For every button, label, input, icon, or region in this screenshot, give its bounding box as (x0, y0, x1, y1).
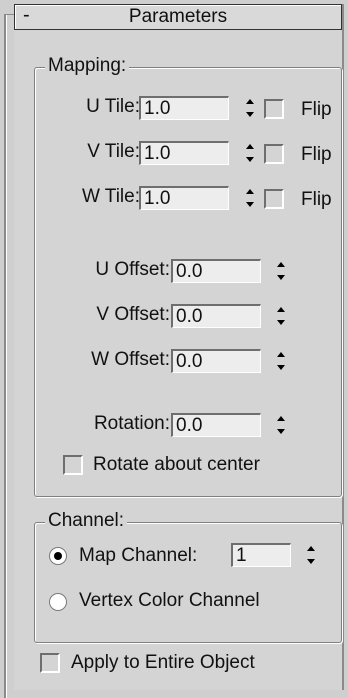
rotation-spinner[interactable] (273, 412, 289, 440)
apply-to-entire-object-checkbox[interactable] (40, 653, 60, 673)
parameters-rollout: - Parameters Mapping: U Tile: 1.0 Flip V… (14, 4, 344, 690)
rollout-header[interactable]: - Parameters (14, 4, 342, 30)
w-flip-checkbox[interactable] (264, 189, 284, 209)
v-offset-input[interactable]: 0.0 (171, 304, 261, 328)
v-flip-checkbox[interactable] (264, 144, 284, 164)
rollout-title: Parameters (128, 6, 228, 27)
rotate-about-center-label: Rotate about center (93, 454, 260, 475)
channel-group: Channel: Map Channel: 1 Vertex Color Cha… (34, 510, 342, 643)
v-offset-spinner[interactable] (273, 303, 289, 331)
map-channel-spinner-down-icon[interactable] (303, 556, 319, 569)
u-tile-spinner-down-icon[interactable] (242, 109, 258, 122)
w-offset-spinner-up-icon[interactable] (273, 348, 289, 361)
rotate-about-center-checkbox[interactable] (63, 455, 83, 475)
u-flip-checkbox[interactable] (264, 99, 284, 119)
u-tile-input[interactable]: 1.0 (139, 96, 229, 120)
w-offset-spinner-down-icon[interactable] (273, 362, 289, 375)
u-tile-spinner[interactable] (242, 95, 258, 123)
map-channel-spinner-up-icon[interactable] (303, 542, 319, 555)
u-offset-spinner-down-icon[interactable] (273, 272, 289, 285)
w-tile-spinner-down-icon[interactable] (242, 199, 258, 212)
panel-edge-tick (4, 14, 14, 15)
w-offset-label: W Offset: (91, 349, 170, 370)
v-tile-spinner-up-icon[interactable] (242, 140, 258, 153)
rotation-label: Rotation: (93, 413, 170, 434)
vertex-color-channel-label: Vertex Color Channel (79, 590, 260, 611)
w-tile-input[interactable]: 1.0 (139, 186, 229, 210)
mapping-group-label: Mapping: (45, 55, 130, 77)
w-offset-input[interactable]: 0.0 (171, 349, 261, 373)
w-tile-spinner-up-icon[interactable] (242, 185, 258, 198)
u-offset-input[interactable]: 0.0 (171, 259, 261, 283)
rotation-spinner-up-icon[interactable] (273, 412, 289, 425)
apply-to-entire-object-label: Apply to Entire Object (71, 652, 255, 673)
v-tile-label: V Tile: (87, 141, 140, 162)
u-offset-label: U Offset: (95, 259, 170, 280)
map-channel-input[interactable]: 1 (231, 543, 291, 567)
w-tile-spinner[interactable] (242, 185, 258, 213)
map-channel-radio[interactable] (49, 547, 67, 565)
w-offset-spinner[interactable] (273, 348, 289, 376)
v-tile-spinner[interactable] (242, 140, 258, 168)
w-tile-label: W Tile: (81, 186, 140, 207)
w-flip-label: Flip (301, 189, 332, 210)
v-flip-label: Flip (301, 144, 332, 165)
v-tile-input[interactable]: 1.0 (139, 141, 229, 165)
mapping-group: Mapping: U Tile: 1.0 Flip V Tile: 1.0 Fl… (34, 55, 342, 497)
v-offset-label: V Offset: (96, 304, 170, 325)
u-tile-label: U Tile: (86, 96, 140, 117)
u-offset-spinner-up-icon[interactable] (273, 258, 289, 271)
u-offset-spinner[interactable] (273, 258, 289, 286)
u-flip-label: Flip (301, 99, 332, 120)
vertex-color-channel-radio[interactable] (49, 593, 67, 611)
map-channel-label: Map Channel: (79, 545, 198, 566)
rotation-spinner-down-icon[interactable] (273, 426, 289, 439)
v-offset-spinner-down-icon[interactable] (273, 317, 289, 330)
panel-edge-highlight (6, 14, 7, 698)
v-tile-spinner-down-icon[interactable] (242, 154, 258, 167)
v-offset-spinner-up-icon[interactable] (273, 303, 289, 316)
u-tile-spinner-up-icon[interactable] (242, 95, 258, 108)
map-channel-spinner[interactable] (303, 542, 319, 570)
rotation-input[interactable]: 0.0 (171, 413, 261, 437)
channel-group-label: Channel: (45, 510, 128, 532)
